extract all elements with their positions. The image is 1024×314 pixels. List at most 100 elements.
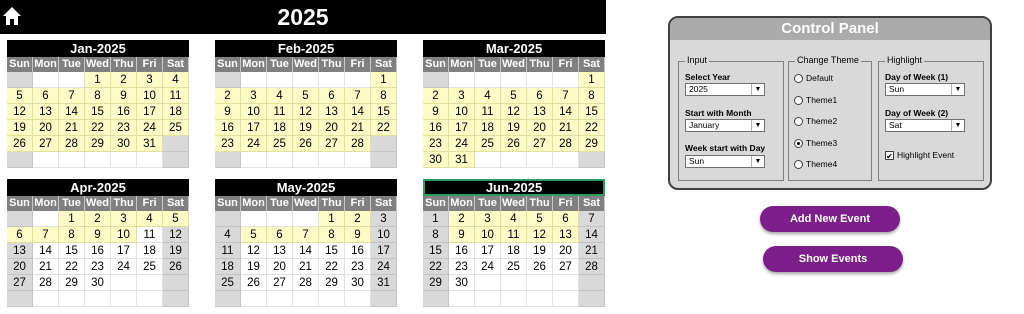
day-cell[interactable]: 29 bbox=[579, 136, 605, 152]
theme-option[interactable]: Default bbox=[794, 72, 833, 84]
day-cell[interactable]: 20 bbox=[267, 259, 293, 275]
day-cell[interactable]: 27 bbox=[553, 259, 579, 275]
day-cell[interactable]: 21 bbox=[579, 243, 605, 259]
day-cell[interactable] bbox=[371, 291, 397, 307]
day-cell[interactable]: 18 bbox=[215, 259, 241, 275]
day-cell[interactable]: 2 bbox=[215, 88, 241, 104]
day-cell[interactable]: 29 bbox=[59, 275, 85, 291]
day-cell[interactable]: 28 bbox=[553, 136, 579, 152]
day-cell[interactable]: 12 bbox=[163, 227, 189, 243]
day-cell[interactable]: 30 bbox=[111, 136, 137, 152]
day-cell[interactable]: 27 bbox=[33, 136, 59, 152]
day-cell[interactable]: 28 bbox=[293, 275, 319, 291]
day-cell[interactable]: 3 bbox=[449, 88, 475, 104]
day-cell[interactable] bbox=[215, 152, 241, 168]
day-cell[interactable]: 6 bbox=[319, 88, 345, 104]
day-cell[interactable] bbox=[501, 291, 527, 307]
day-cell[interactable] bbox=[215, 291, 241, 307]
day-cell[interactable]: 15 bbox=[371, 104, 397, 120]
day-cell[interactable]: 25 bbox=[163, 120, 189, 136]
day-cell[interactable] bbox=[163, 275, 189, 291]
day-cell[interactable] bbox=[475, 275, 501, 291]
day-cell[interactable]: 15 bbox=[423, 243, 449, 259]
chevron-down-icon[interactable]: ▼ bbox=[951, 120, 964, 131]
day-cell[interactable]: 10 bbox=[449, 104, 475, 120]
day-cell[interactable]: 4 bbox=[163, 72, 189, 88]
day-cell[interactable]: 30 bbox=[85, 275, 111, 291]
day-cell[interactable]: 8 bbox=[371, 88, 397, 104]
day-cell[interactable]: 7 bbox=[345, 88, 371, 104]
day-cell[interactable] bbox=[449, 291, 475, 307]
day-cell[interactable]: 12 bbox=[241, 243, 267, 259]
day-cell[interactable]: 13 bbox=[553, 227, 579, 243]
day-cell[interactable]: 16 bbox=[449, 243, 475, 259]
day-cell[interactable]: 16 bbox=[423, 120, 449, 136]
theme-option[interactable]: Theme4 bbox=[794, 158, 837, 170]
day-cell[interactable]: 26 bbox=[527, 259, 553, 275]
week-start-dropdown[interactable]: Sun ▼ bbox=[685, 155, 765, 168]
day-cell[interactable]: 21 bbox=[553, 120, 579, 136]
day-cell[interactable]: 25 bbox=[215, 275, 241, 291]
day-cell[interactable]: 12 bbox=[293, 104, 319, 120]
day-cell[interactable] bbox=[501, 152, 527, 168]
day-cell[interactable] bbox=[293, 291, 319, 307]
day-cell[interactable]: 19 bbox=[293, 120, 319, 136]
day-cell[interactable]: 30 bbox=[345, 275, 371, 291]
day-cell[interactable]: 4 bbox=[267, 88, 293, 104]
day-cell[interactable] bbox=[33, 152, 59, 168]
day-cell[interactable] bbox=[319, 291, 345, 307]
chevron-down-icon[interactable]: ▼ bbox=[751, 156, 764, 167]
day-cell[interactable]: 24 bbox=[241, 136, 267, 152]
day-cell[interactable]: 12 bbox=[7, 104, 33, 120]
day-cell[interactable] bbox=[163, 136, 189, 152]
day-cell[interactable]: 24 bbox=[475, 259, 501, 275]
day-cell[interactable]: 20 bbox=[527, 120, 553, 136]
day-cell[interactable]: 16 bbox=[215, 120, 241, 136]
day-cell[interactable]: 17 bbox=[449, 120, 475, 136]
day-cell[interactable]: 7 bbox=[59, 88, 85, 104]
day-cell[interactable] bbox=[85, 152, 111, 168]
day-cell[interactable]: 23 bbox=[449, 259, 475, 275]
day-cell[interactable] bbox=[553, 152, 579, 168]
day-cell[interactable]: 13 bbox=[319, 104, 345, 120]
day-cell[interactable]: 22 bbox=[319, 259, 345, 275]
day-cell[interactable]: 10 bbox=[241, 104, 267, 120]
day-cell[interactable] bbox=[241, 291, 267, 307]
chevron-down-icon[interactable]: ▼ bbox=[751, 84, 764, 95]
day-cell[interactable]: 10 bbox=[137, 88, 163, 104]
day-cell[interactable] bbox=[241, 152, 267, 168]
day-cell[interactable] bbox=[137, 152, 163, 168]
day-cell[interactable]: 28 bbox=[33, 275, 59, 291]
radio-icon[interactable] bbox=[794, 117, 803, 127]
day-cell[interactable] bbox=[163, 152, 189, 168]
day-cell[interactable]: 23 bbox=[345, 259, 371, 275]
day-cell[interactable]: 3 bbox=[137, 72, 163, 88]
day-cell[interactable]: 21 bbox=[293, 259, 319, 275]
day-cell[interactable]: 25 bbox=[137, 259, 163, 275]
day-cell[interactable] bbox=[345, 72, 371, 88]
day-cell[interactable] bbox=[33, 211, 59, 227]
day-cell[interactable]: 14 bbox=[33, 243, 59, 259]
day-cell[interactable]: 31 bbox=[449, 152, 475, 168]
day-cell[interactable]: 8 bbox=[579, 88, 605, 104]
day-cell[interactable]: 11 bbox=[501, 227, 527, 243]
checkbox-icon[interactable]: ✔ bbox=[885, 151, 894, 161]
day-cell[interactable]: 22 bbox=[59, 259, 85, 275]
day-cell[interactable]: 2 bbox=[111, 72, 137, 88]
day-cell[interactable]: 15 bbox=[85, 104, 111, 120]
day-cell[interactable] bbox=[345, 152, 371, 168]
day-cell[interactable] bbox=[241, 72, 267, 88]
day-cell[interactable] bbox=[371, 136, 397, 152]
day-cell[interactable] bbox=[345, 291, 371, 307]
day-cell[interactable] bbox=[293, 152, 319, 168]
day-cell[interactable] bbox=[579, 275, 605, 291]
day-cell[interactable]: 19 bbox=[163, 243, 189, 259]
day-cell[interactable]: 9 bbox=[345, 227, 371, 243]
day-cell[interactable]: 21 bbox=[33, 259, 59, 275]
day-cell[interactable]: 10 bbox=[475, 227, 501, 243]
day-cell[interactable]: 27 bbox=[527, 136, 553, 152]
day-cell[interactable]: 3 bbox=[111, 211, 137, 227]
day-cell[interactable]: 6 bbox=[267, 227, 293, 243]
day-cell[interactable]: 26 bbox=[163, 259, 189, 275]
day-cell[interactable]: 13 bbox=[7, 243, 33, 259]
